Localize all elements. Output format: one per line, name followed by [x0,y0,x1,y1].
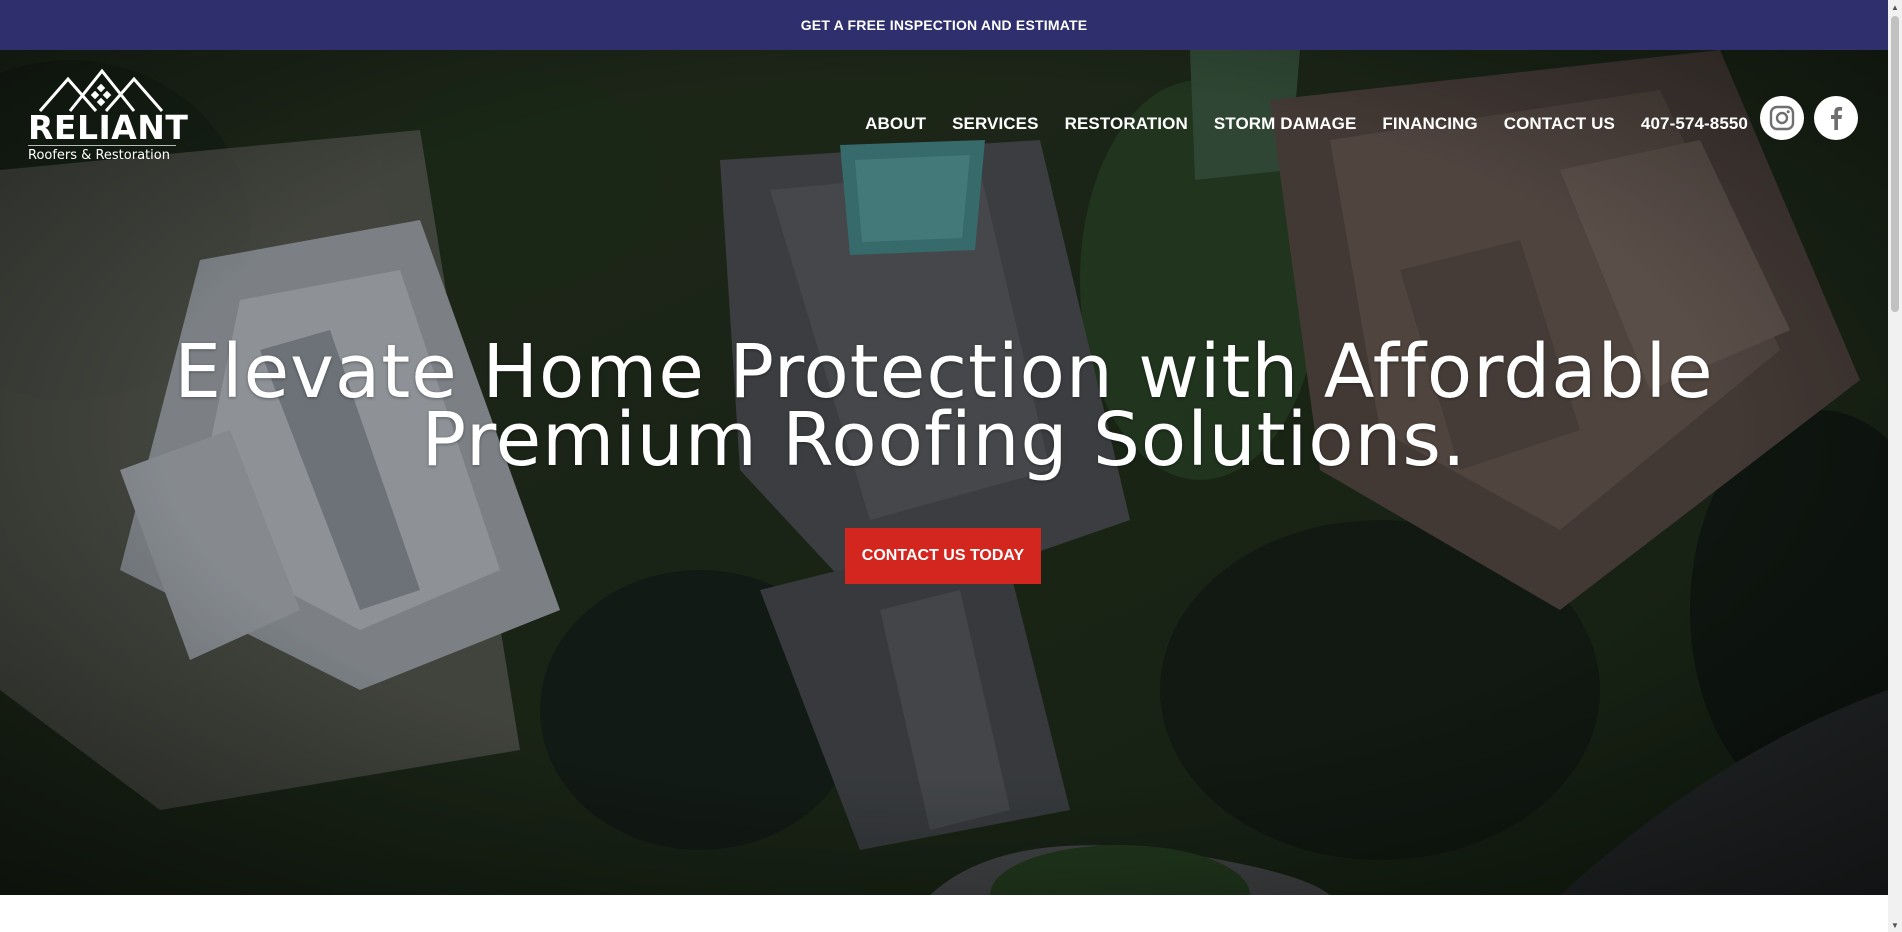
scrollbar-thumb[interactable] [1891,16,1899,312]
hero-section: RELIANT Roofers & Restoration ABOUT SERV… [0,50,1888,895]
logo-wordmark: RELIANT [28,108,189,147]
hero-headline: Elevate Home Protection with Affordable … [174,329,1714,483]
top-banner[interactable]: GET A FREE INSPECTION AND ESTIMATE [0,0,1888,50]
main-nav: ABOUT SERVICES RESTORATION STORM DAMAGE … [865,106,1748,142]
nav-restoration[interactable]: RESTORATION [1065,114,1188,134]
site-logo[interactable]: RELIANT Roofers & Restoration [26,67,188,167]
next-section-start [0,895,1888,932]
nav-phone-link[interactable]: 407-574-8550 [1641,114,1748,134]
instagram-button[interactable] [1760,96,1804,140]
facebook-icon [1831,106,1843,130]
free-inspection-link[interactable]: GET A FREE INSPECTION AND ESTIMATE [801,17,1088,33]
scroll-up-arrow-icon[interactable]: ▲ [1888,0,1902,14]
contact-us-today-button[interactable]: CONTACT US TODAY [845,528,1041,584]
logo-tagline: Roofers & Restoration [28,148,170,163]
nav-financing[interactable]: FINANCING [1382,114,1477,134]
logo-divider [28,145,176,146]
scroll-down-arrow-icon[interactable]: ▼ [1888,918,1902,932]
page-scrollbar[interactable]: ▲ ▼ [1888,0,1902,932]
nav-contact-us[interactable]: CONTACT US [1504,114,1615,134]
nav-storm-damage[interactable]: STORM DAMAGE [1214,114,1357,134]
roof-peaks-logo-icon [38,68,164,112]
nav-services[interactable]: SERVICES [952,114,1038,134]
social-links [1760,96,1858,140]
instagram-icon [1769,105,1795,131]
nav-about[interactable]: ABOUT [865,114,926,134]
facebook-button[interactable] [1814,96,1858,140]
